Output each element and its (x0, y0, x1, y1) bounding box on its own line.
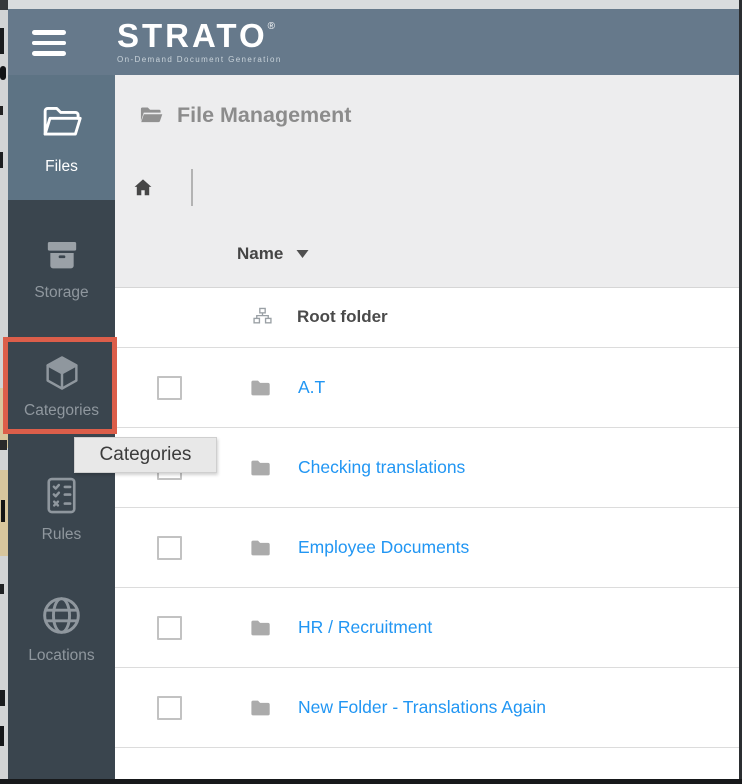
breadcrumb (131, 169, 193, 206)
sidebar-item-label: Storage (34, 283, 89, 301)
folder-link[interactable]: New Folder - Translations Again (298, 668, 546, 747)
sidebar-item-label: Locations (28, 646, 95, 664)
screen-bottom-edge (0, 779, 742, 784)
background-artifact (0, 152, 3, 168)
folder-icon (251, 380, 270, 396)
archive-box-icon (47, 241, 76, 268)
sidebar-item-label: Rules (41, 525, 82, 543)
sidebar-item-locations[interactable]: Locations (8, 580, 115, 676)
page-title: File Management (177, 103, 352, 127)
sidebar-item-files[interactable]: Files (8, 75, 115, 200)
sitemap-icon (253, 307, 272, 324)
row-checkbox[interactable] (157, 536, 182, 560)
open-folder-icon (43, 106, 82, 136)
folder-link[interactable]: Employee Documents (298, 508, 469, 587)
root-folder-label: Root folder (297, 307, 388, 326)
background-strip-top (8, 0, 739, 9)
background-artifact (0, 28, 4, 54)
row-checkbox[interactable] (157, 376, 182, 400)
table-row: New Folder - Translations Again (115, 668, 739, 748)
background-artifact (0, 388, 8, 448)
app-screen: STRATO® On-Demand Document Generation Fi… (0, 0, 742, 784)
folder-icon (251, 700, 270, 716)
table-row: A.T (115, 348, 739, 428)
sidebar-item-categories[interactable]: Categories (8, 338, 115, 434)
sidebar-item-storage[interactable]: Storage (8, 220, 115, 316)
background-artifact (0, 66, 6, 80)
categories-tooltip: Categories (74, 437, 217, 473)
folder-icon (251, 620, 270, 636)
globe-icon (43, 596, 80, 634)
folder-link[interactable]: A.T (298, 348, 325, 427)
strato-logo: STRATO® On-Demand Document Generation (117, 17, 282, 65)
name-column-label: Name (237, 244, 284, 263)
tooltip-label: Categories (99, 444, 192, 465)
folder-icon (251, 540, 270, 556)
sidebar-nav: Files Storage Categories Rules Locations (8, 75, 115, 779)
background-artifact (0, 440, 7, 450)
folder-icon (251, 460, 270, 476)
background-artifact (0, 0, 8, 10)
home-icon[interactable] (131, 176, 155, 200)
background-artifact (0, 584, 4, 594)
background-artifact (0, 106, 3, 115)
hamburger-menu-icon[interactable] (32, 30, 66, 56)
app-header: STRATO® On-Demand Document Generation (8, 9, 739, 75)
checklist-icon (47, 477, 76, 513)
background-artifact (0, 690, 5, 706)
breadcrumb-divider (191, 169, 193, 206)
sidebar-item-rules[interactable]: Rules (8, 460, 115, 556)
folder-link[interactable]: Checking translations (298, 428, 465, 507)
root-folder-row[interactable]: Root folder (115, 287, 739, 348)
background-strip (0, 0, 8, 779)
logo-tagline: On-Demand Document Generation (117, 55, 282, 64)
content-header-panel: File Management Name (115, 75, 739, 287)
sidebar-item-label: Categories (24, 402, 99, 419)
table-row: Employee Documents (115, 508, 739, 588)
background-artifact (0, 726, 4, 746)
row-checkbox[interactable] (157, 696, 182, 720)
cube-icon (45, 356, 78, 390)
folder-link[interactable]: HR / Recruitment (298, 588, 432, 667)
sidebar-item-label: Files (45, 158, 78, 175)
open-folder-icon (140, 107, 163, 123)
logo-text: STRATO (117, 17, 268, 54)
registered-mark: ® (267, 21, 275, 32)
triangle-down-icon (296, 250, 309, 258)
background-artifact (1, 500, 5, 522)
name-column-header[interactable]: Name (237, 244, 309, 264)
table-row: HR / Recruitment (115, 588, 739, 668)
page-title-row: File Management (138, 102, 351, 129)
row-checkbox[interactable] (157, 616, 182, 640)
